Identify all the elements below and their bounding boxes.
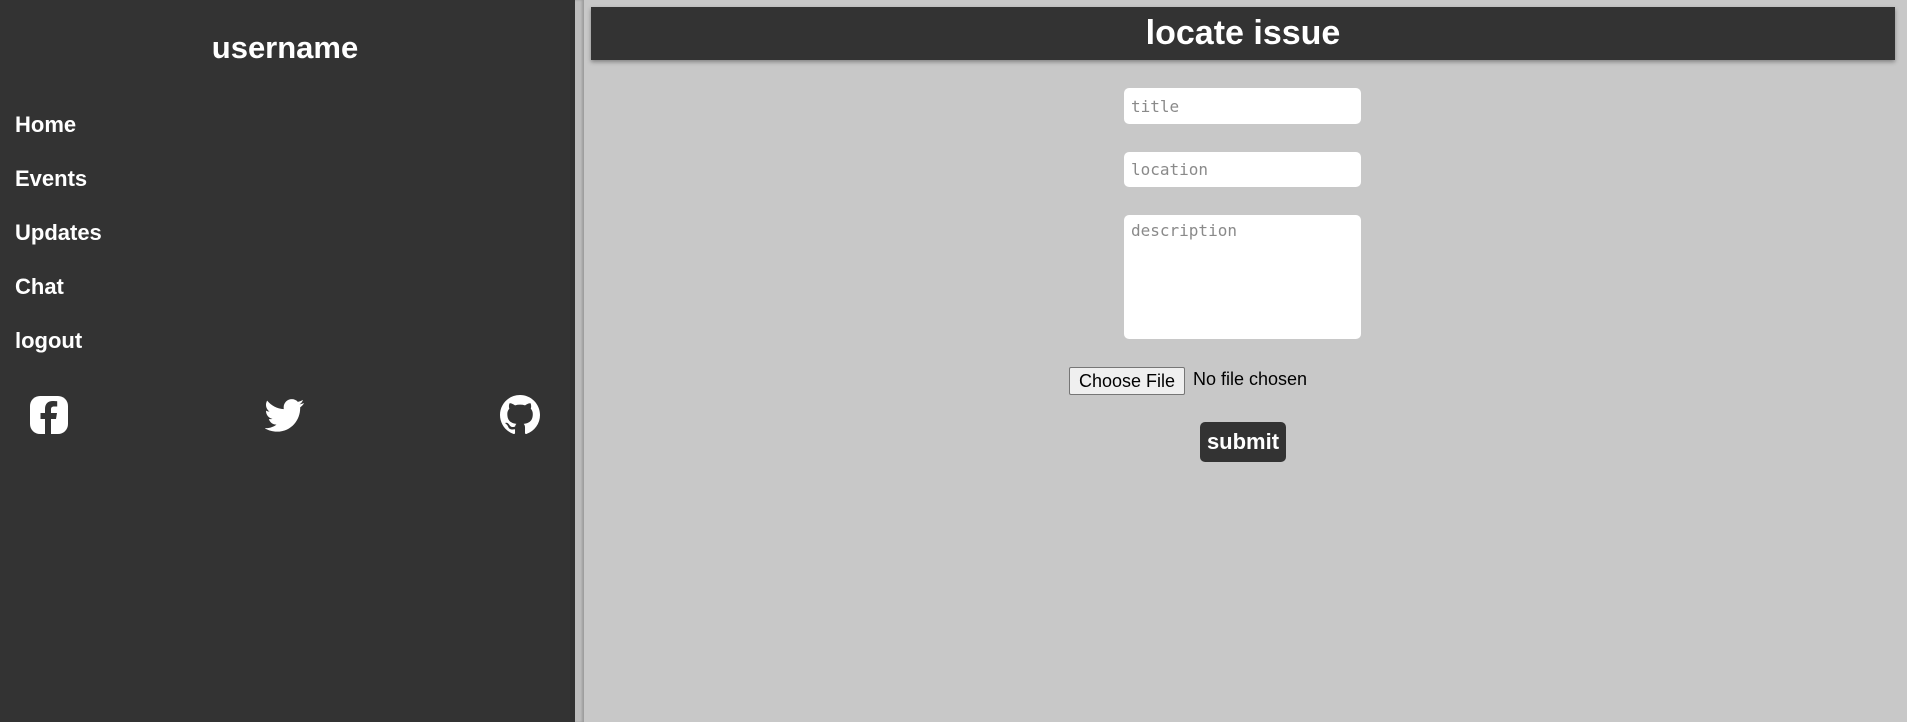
twitter-icon[interactable] (265, 395, 305, 435)
nav-item-updates[interactable]: Updates (15, 220, 102, 274)
page-header: locate issue (591, 7, 1895, 60)
location-input[interactable] (1124, 152, 1361, 187)
github-icon[interactable] (500, 395, 540, 435)
title-input[interactable] (1124, 88, 1361, 124)
sidebar-divider (575, 0, 584, 722)
nav-item-home[interactable]: Home (15, 112, 102, 166)
facebook-icon[interactable] (29, 395, 69, 435)
sidebar-username: username (211, 30, 359, 65)
nav-item-events[interactable]: Events (15, 166, 102, 220)
sidebar-nav: Home Events Updates Chat logout (15, 112, 102, 382)
choose-file-button[interactable]: Choose File (1069, 367, 1186, 395)
page-title: locate issue (1145, 14, 1341, 52)
nav-item-chat[interactable]: Chat (15, 274, 102, 328)
description-textarea[interactable] (1124, 215, 1361, 339)
file-status-text: No file chosen (1193, 369, 1308, 389)
sidebar: username Home Events Updates Chat logout (0, 0, 575, 722)
nav-item-logout[interactable]: logout (15, 328, 102, 382)
submit-button[interactable]: submit (1200, 422, 1286, 462)
